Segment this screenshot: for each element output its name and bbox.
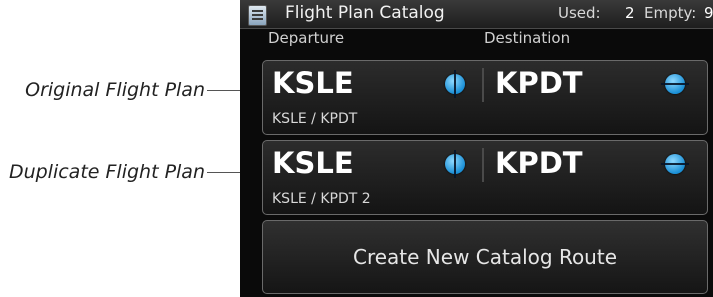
used-label: Used: bbox=[558, 4, 601, 22]
destination-column-header: Destination bbox=[484, 29, 571, 47]
column-divider bbox=[482, 68, 484, 102]
used-count: 2 bbox=[625, 4, 635, 22]
empty-count: 97 bbox=[704, 4, 713, 22]
title-bar: Flight Plan Catalog Used: 2 Empty: 97 bbox=[240, 0, 713, 29]
page-title: Flight Plan Catalog bbox=[285, 3, 445, 23]
duplicate-flight-plan-callout: Duplicate Flight Plan bbox=[8, 161, 205, 183]
original-flight-plan-callout: Original Flight Plan bbox=[25, 79, 205, 101]
create-new-catalog-route-button[interactable]: Create New Catalog Route bbox=[262, 220, 708, 294]
empty-label: Empty: bbox=[644, 4, 697, 22]
destination-waypoint-icon bbox=[661, 74, 689, 94]
departure-waypoint-icon bbox=[445, 70, 465, 98]
flight-plan-name: KSLE / KPDT 2 bbox=[272, 191, 371, 207]
flight-plan-name: KSLE / KPDT bbox=[272, 111, 358, 127]
departure-column-header: Departure bbox=[268, 29, 345, 47]
departure-waypoint-icon bbox=[445, 150, 465, 178]
departure-airport: KSLE bbox=[272, 66, 354, 100]
flight-plan-catalog-icon bbox=[248, 5, 267, 26]
destination-airport: KPDT bbox=[495, 66, 583, 100]
destination-airport: KPDT bbox=[495, 146, 583, 180]
destination-waypoint-icon bbox=[661, 154, 689, 174]
flight-plan-row-original[interactable]: KSLE KPDT KSLE / KPDT bbox=[262, 60, 708, 135]
flight-plan-catalog-screen: Flight Plan Catalog Used: 2 Empty: 97 De… bbox=[240, 0, 713, 297]
departure-airport: KSLE bbox=[272, 146, 354, 180]
column-divider bbox=[482, 148, 484, 182]
flight-plan-row-duplicate[interactable]: KSLE KPDT KSLE / KPDT 2 bbox=[262, 140, 708, 215]
